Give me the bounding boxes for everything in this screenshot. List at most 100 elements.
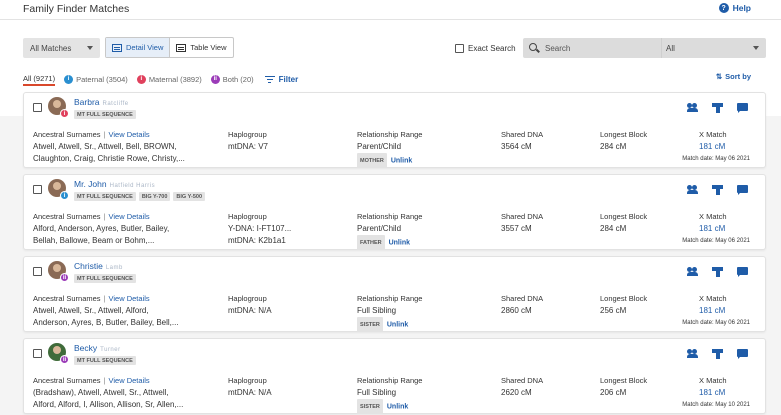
shared-dna-column: Shared DNA 2620 cM <box>501 376 543 399</box>
search-input[interactable] <box>545 42 655 54</box>
family-tree-icon[interactable] <box>712 185 723 195</box>
longest-block-value: 256 cM <box>600 306 627 315</box>
shared-dna-header: Shared DNA <box>501 376 544 385</box>
surnames-line: Atwell, Atwell, Sr., Attwell, Alford, <box>33 306 149 315</box>
match-surname: Lamb <box>105 265 123 271</box>
exact-search-toggle[interactable]: Exact Search <box>455 44 516 53</box>
people-icon[interactable] <box>687 349 698 359</box>
family-tree-icon[interactable] <box>712 267 723 277</box>
x-match-column: X Match 181 cM <box>699 130 727 153</box>
relationship-tag: SISTER <box>357 399 383 414</box>
exact-search-label: Exact Search <box>468 44 516 53</box>
tab-all[interactable]: All (9271) <box>23 72 56 86</box>
people-icon[interactable] <box>687 103 698 113</box>
longest-block-header: Longest Block <box>600 212 648 221</box>
both-icon: ii <box>210 74 220 84</box>
detail-view-button[interactable]: Detail View <box>106 38 171 57</box>
match-surname: Turner <box>100 347 121 353</box>
search-icon <box>529 43 537 51</box>
tab-paternal[interactable]: i Paternal (3504) <box>64 72 128 86</box>
search-divider <box>661 38 662 58</box>
surnames-column: Ancestral Surnames | View Details Atwell, … <box>33 294 179 327</box>
table-view-button[interactable]: Table View <box>170 38 232 57</box>
relationship-column: Relationship Range Parent/Child FATHER Un… <box>357 212 422 250</box>
view-details-link[interactable]: View Details <box>108 294 149 303</box>
search-scope-select[interactable]: All <box>666 44 675 53</box>
relationship-column: Relationship Range Full Sibling SISTER Un… <box>357 294 422 332</box>
filter-button[interactable]: Filter <box>264 74 299 84</box>
unlink-button[interactable]: Unlink <box>387 322 408 329</box>
help-link[interactable]: ? Help <box>718 3 751 13</box>
longest-block-column: Longest Block 284 cM <box>600 212 647 235</box>
message-icon[interactable] <box>737 267 748 277</box>
match-name-text: Barbra <box>74 97 100 107</box>
shared-dna-column: Shared DNA 3564 cM <box>501 130 543 153</box>
match-name[interactable]: Mr. John Hatfield Harris <box>74 179 155 189</box>
match-select-checkbox[interactable] <box>33 349 42 358</box>
exact-search-checkbox[interactable] <box>455 44 464 53</box>
surnames-line: (Bradshaw), Atwell, Atwell, Sr., Attwell… <box>33 388 169 397</box>
people-icon[interactable] <box>687 185 698 195</box>
match-card: i Mr. John Hatfield Harris MT FULL SEQUEN… <box>23 174 766 250</box>
shared-dna-value: 2860 cM <box>501 306 532 315</box>
family-tree-icon[interactable] <box>712 103 723 113</box>
x-match-value[interactable]: 181 cM <box>699 387 727 399</box>
match-name[interactable]: Barbra Ratcliffe <box>74 97 129 107</box>
haplogroup-value: mtDNA: N/A <box>228 306 272 315</box>
x-match-value[interactable]: 181 cM <box>699 141 727 153</box>
longest-block-value: 206 cM <box>600 388 627 397</box>
haplogroup-header: Haplogroup <box>228 130 267 139</box>
longest-block-header: Longest Block <box>600 376 648 385</box>
view-details-link[interactable]: View Details <box>108 376 149 385</box>
surnames-line: Claughton, Craig, Christie Rowe, Christy… <box>33 154 185 163</box>
match-card: ii Christie Lamb MT FULL SEQUENCE Ancestr… <box>23 256 766 332</box>
match-name[interactable]: Becky Turner <box>74 343 121 353</box>
people-icon[interactable] <box>687 267 698 277</box>
unlink-button[interactable]: Unlink <box>389 240 410 247</box>
filter-label: Filter <box>278 74 299 84</box>
surnames-header: Ancestral Surnames <box>33 294 101 303</box>
shared-dna-column: Shared DNA 3557 cM <box>501 212 543 235</box>
chevron-down-icon[interactable] <box>753 46 759 50</box>
tab-maternal[interactable]: i Maternal (3892) <box>136 72 202 86</box>
message-icon[interactable] <box>737 185 748 195</box>
longest-block-value: 284 cM <box>600 224 627 233</box>
x-match-column: X Match 181 cM <box>699 212 727 235</box>
sort-by-button[interactable]: ⇅ Sort by <box>716 72 751 81</box>
both-icon: ii <box>60 273 69 282</box>
match-select-checkbox[interactable] <box>33 185 42 194</box>
x-match-column: X Match 181 cM <box>699 376 727 399</box>
haplogroup-column: Haplogroup mtDNA: N/A <box>228 376 272 399</box>
relationship-value: Parent/Child <box>357 224 402 233</box>
x-match-value[interactable]: 181 cM <box>699 305 727 317</box>
longest-block-column: Longest Block 284 cM <box>600 130 647 153</box>
view-details-link[interactable]: View Details <box>108 130 149 139</box>
family-tree-icon[interactable] <box>712 349 723 359</box>
shared-dna-value: 3564 cM <box>501 142 532 151</box>
view-details-link[interactable]: View Details <box>108 212 149 221</box>
surnames-column: Ancestral Surnames | View Details (Bradsha… <box>33 376 184 409</box>
test-tag: BIG Y-700 <box>138 192 171 201</box>
match-select-checkbox[interactable] <box>33 103 42 112</box>
match-name[interactable]: Christie Lamb <box>74 261 123 271</box>
haplogroup-column: Haplogroup Y-DNA: I-FT107... mtDNA: K2b1… <box>228 212 291 247</box>
haplogroup-header: Haplogroup <box>228 294 267 303</box>
match-actions <box>687 185 748 195</box>
unlink-button[interactable]: Unlink <box>387 404 408 411</box>
message-icon[interactable] <box>737 103 748 113</box>
tab-both[interactable]: ii Both (20) <box>210 72 254 86</box>
surnames-line: Anderson, Ayres, B, Butler, Bailey, Bell… <box>33 318 179 327</box>
longest-block-header: Longest Block <box>600 130 648 139</box>
message-icon[interactable] <box>737 349 748 359</box>
match-filter-select[interactable]: All Matches <box>23 38 100 58</box>
tab-paternal-label: Paternal (3504) <box>76 74 128 84</box>
x-match-value[interactable]: 181 cM <box>699 223 727 235</box>
unlink-button[interactable]: Unlink <box>391 158 412 165</box>
match-select-checkbox[interactable] <box>33 267 42 276</box>
relationship-column: Relationship Range Parent/Child MOTHER Un… <box>357 130 422 168</box>
test-tag: MT FULL SEQUENCE <box>74 192 136 201</box>
longest-block-value: 284 cM <box>600 142 627 151</box>
haplogroup-column: Haplogroup mtDNA: N/A <box>228 294 272 317</box>
tab-both-label: Both (20) <box>222 74 254 84</box>
longest-block-header: Longest Block <box>600 294 648 303</box>
